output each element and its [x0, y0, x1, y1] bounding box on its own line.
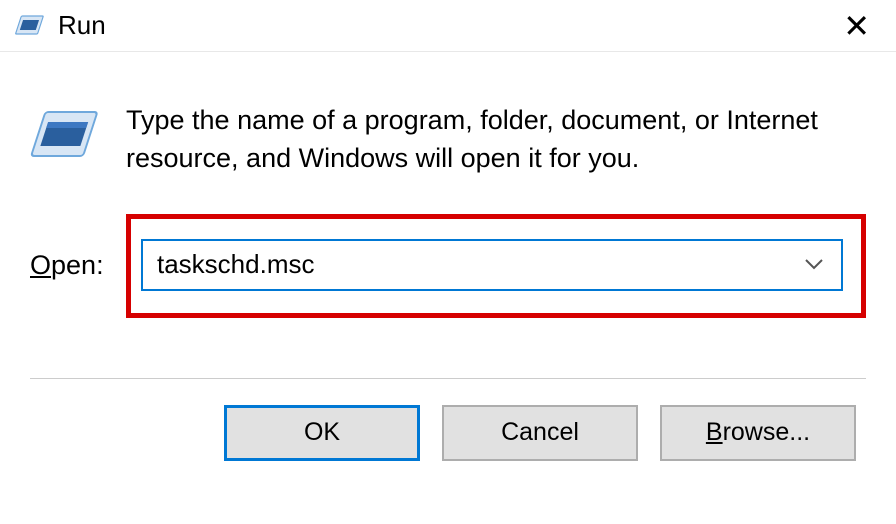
- chevron-down-icon[interactable]: [787, 253, 841, 276]
- description-text: Type the name of a program, folder, docu…: [126, 102, 866, 178]
- description-row: Type the name of a program, folder, docu…: [30, 102, 866, 178]
- run-small-icon: [14, 14, 44, 38]
- window-title: Run: [58, 10, 827, 41]
- button-row: OK Cancel Browse...: [30, 405, 866, 461]
- open-combobox[interactable]: [141, 239, 843, 291]
- open-row: Open:: [30, 214, 866, 318]
- cancel-button[interactable]: Cancel: [442, 405, 638, 461]
- open-label: Open:: [30, 250, 108, 281]
- close-button[interactable]: ✕: [827, 6, 886, 46]
- ok-button[interactable]: OK: [224, 405, 420, 461]
- open-input[interactable]: [143, 241, 787, 289]
- titlebar: Run ✕: [0, 0, 896, 52]
- run-large-icon: [30, 104, 98, 172]
- highlight-annotation: [126, 214, 866, 318]
- dialog-content: Type the name of a program, folder, docu…: [0, 52, 896, 461]
- separator: [30, 378, 866, 379]
- browse-button[interactable]: Browse...: [660, 405, 856, 461]
